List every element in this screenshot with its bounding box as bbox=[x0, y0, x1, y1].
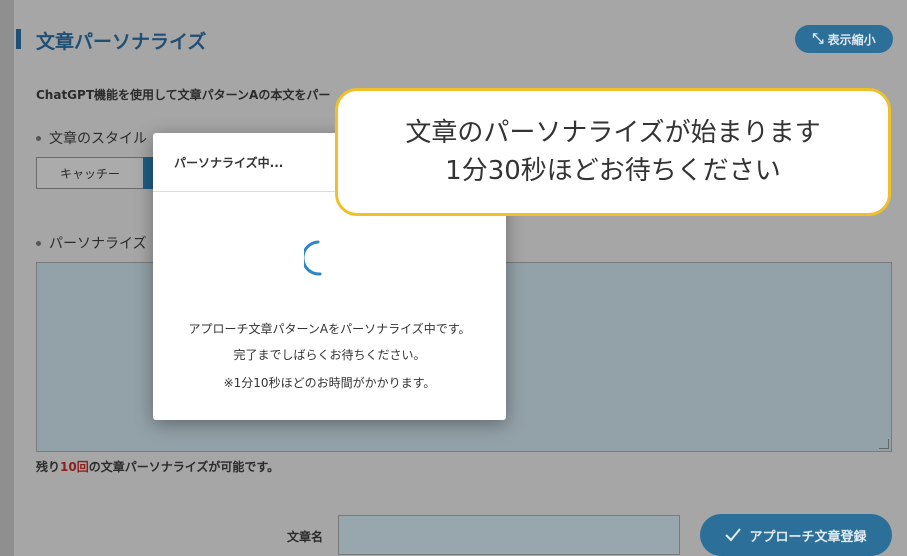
style-option-catchy[interactable]: キャッチー bbox=[36, 157, 144, 189]
bullet-icon bbox=[36, 135, 41, 141]
register-button-label: アプローチ文章登録 bbox=[749, 529, 867, 545]
style-label: 文章のスタイル bbox=[49, 131, 147, 147]
spinner-icon bbox=[304, 240, 322, 276]
resize-handle-icon[interactable] bbox=[879, 439, 889, 449]
remaining-count-text: 残り10回の文章パーソナライズが可能です。 bbox=[36, 458, 279, 475]
register-approach-button[interactable]: アプローチ文章登録 bbox=[700, 514, 892, 556]
collapse-button-label: 表示縮小 bbox=[827, 32, 876, 47]
modal-message-line3: ※1分10秒ほどのお時間がかかります。 bbox=[223, 376, 436, 390]
document-name-label: 文章名 bbox=[287, 530, 324, 544]
callout-line1: 文章のパーソナライズが始まります bbox=[405, 118, 821, 148]
modal-message-line2: 完了までしばらくお待ちください。 bbox=[233, 348, 426, 362]
collapse-arrows-icon: ⤡ bbox=[812, 31, 824, 47]
section-title: 文章パーソナライズ bbox=[36, 31, 207, 53]
style-label-row: 文章のスタイル bbox=[36, 128, 147, 148]
remaining-suffix: の文章パーソナライズが可能です。 bbox=[88, 460, 280, 474]
callout-line2: 1分30秒ほどお待ちください bbox=[445, 156, 781, 186]
modal-message-line1: アプローチ文章パターンAをパーソナライズ中です。 bbox=[188, 322, 471, 336]
bullet-icon bbox=[36, 240, 41, 246]
personalize-label: パーソナライズ bbox=[49, 236, 147, 252]
remaining-count: 10回 bbox=[60, 460, 89, 474]
intro-text: ChatGPT機能を使用して文章パターンAの本文をパー bbox=[36, 88, 331, 102]
document-name-input[interactable] bbox=[338, 515, 680, 555]
section-accent-bar bbox=[16, 29, 21, 49]
modal-title: パーソナライズ中... bbox=[174, 155, 284, 170]
collapse-button[interactable]: ⤡ 表示縮小 bbox=[795, 25, 893, 53]
checkmark-icon bbox=[725, 528, 742, 542]
remaining-prefix: 残り bbox=[36, 460, 61, 474]
personalize-label-row: パーソナライズ bbox=[36, 233, 147, 253]
annotation-callout: 文章のパーソナライズが始まります 1分30秒ほどお待ちください bbox=[335, 88, 891, 216]
